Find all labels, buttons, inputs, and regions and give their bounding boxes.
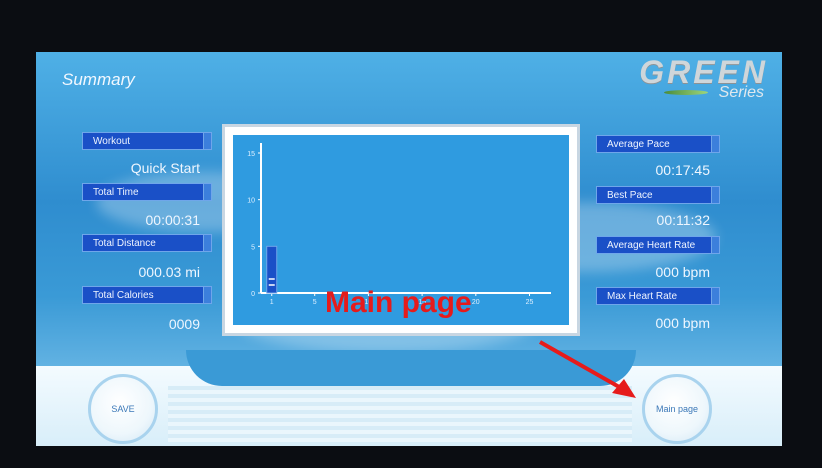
annotation-arrow-icon	[539, 340, 636, 398]
average-pace-label: Average Pace	[596, 135, 720, 153]
x-tick-label: 20	[472, 299, 480, 306]
y-tick-label: 10	[247, 198, 255, 205]
save-button[interactable]: SAVE	[88, 374, 158, 444]
total-distance-label: Total Distance	[82, 234, 212, 252]
green-series-logo: GREEN Series	[628, 54, 768, 102]
annotation-main-page: Main page	[325, 286, 472, 319]
max-heart-rate-value: 000 bpm	[655, 315, 710, 331]
x-tick-label: 25	[526, 299, 534, 306]
annotation-arrow-line	[539, 340, 629, 394]
x-tick-label: 1	[270, 299, 274, 306]
y-tick-label: 5	[251, 244, 255, 251]
leaf-icon	[664, 90, 708, 95]
workout-label: Workout	[82, 132, 212, 150]
total-calories-label: Total Calories	[82, 286, 212, 304]
total-time-value: 00:00:31	[145, 212, 201, 228]
x-tick-label: 5	[313, 299, 317, 306]
average-heart-rate-label: Average Heart Rate	[596, 236, 720, 254]
average-heart-rate-value: 000 bpm	[655, 264, 710, 280]
page-title: Summary	[62, 70, 135, 89]
y-tick-label: 15	[247, 151, 255, 158]
brand-sub: Series	[718, 84, 764, 101]
average-pace-value: 00:17:45	[655, 162, 711, 178]
annotation-arrowhead	[612, 379, 636, 398]
workout-value: Quick Start	[130, 160, 200, 176]
y-tick-label: 0	[251, 291, 255, 298]
chart-bar	[266, 245, 278, 294]
total-time-label: Total Time	[82, 183, 212, 201]
kiosk-screen: Summary GREEN Series Workout Quick Start…	[36, 52, 782, 446]
best-pace-label: Best Pace	[596, 186, 720, 204]
best-pace-value: 00:11:32	[656, 212, 710, 228]
max-heart-rate-label: Max Heart Rate	[596, 287, 720, 305]
total-calories-value: 0009	[168, 316, 200, 332]
total-distance-value: 000.03 mi	[138, 264, 200, 280]
